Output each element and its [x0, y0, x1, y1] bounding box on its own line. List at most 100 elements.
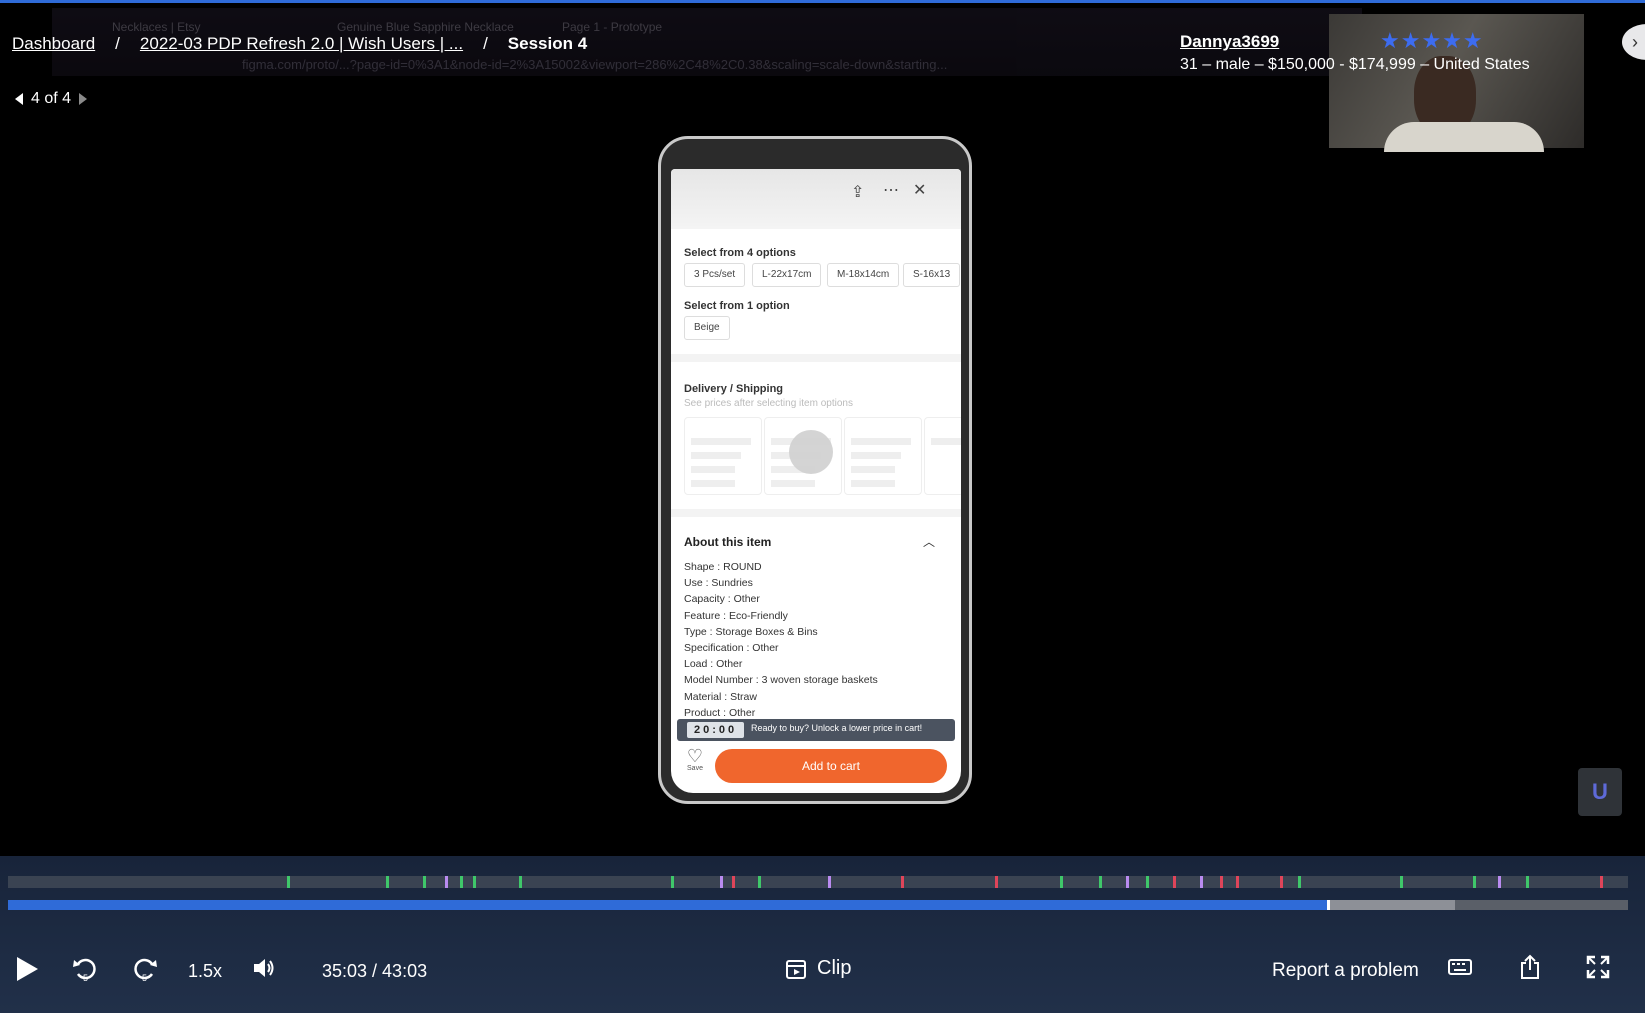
spec-item: Shape : ROUND — [684, 561, 762, 573]
pager-label: 4 of 4 — [31, 90, 72, 107]
breadcrumb-dashboard-link[interactable]: Dashboard — [12, 34, 95, 53]
about-title: About this item — [684, 535, 772, 549]
event-marker[interactable] — [1126, 876, 1129, 888]
breadcrumb-separator: / — [115, 34, 120, 53]
event-marker[interactable] — [1146, 876, 1149, 888]
add-to-cart-button[interactable]: Add to cart — [715, 749, 947, 783]
event-marker[interactable] — [287, 876, 290, 888]
svg-text:5: 5 — [83, 973, 88, 982]
option-chip[interactable]: 3 Pcs/set — [684, 263, 746, 287]
event-marker[interactable] — [1173, 876, 1176, 888]
spec-item: Material : Straw — [684, 690, 757, 703]
playback-speed-button[interactable]: 1.5x — [188, 961, 222, 982]
prev-session-icon[interactable] — [15, 93, 23, 105]
heart-icon: ♡ — [686, 746, 704, 766]
spec-item: Use : Sundries — [684, 577, 753, 590]
save-label: Save — [687, 765, 703, 772]
event-marker[interactable] — [1298, 876, 1301, 888]
event-marker[interactable] — [1236, 876, 1239, 888]
event-marker[interactable] — [901, 876, 904, 888]
player-controls: 5 5 1.5x 35:03 / 43:03 Clip Report a pro… — [0, 856, 1645, 1013]
option-group-title: Select from 1 option — [684, 300, 790, 312]
breadcrumb-study-link[interactable]: 2022-03 PDP Refresh 2.0 | Wish Users | .… — [140, 34, 463, 53]
event-marker[interactable] — [732, 876, 735, 888]
event-marker[interactable] — [720, 876, 723, 888]
event-marker[interactable] — [1498, 876, 1501, 888]
event-marker[interactable] — [758, 876, 761, 888]
event-markers-track[interactable] — [8, 876, 1628, 888]
event-marker[interactable] — [671, 876, 674, 888]
breadcrumb-session: Session 4 — [507, 34, 588, 53]
event-marker[interactable] — [1200, 876, 1203, 888]
shipping-title: Delivery / Shipping — [684, 383, 784, 395]
share-icon[interactable]: ⇪ — [851, 182, 864, 202]
rating-stars-icon: ★★★★★ — [1380, 28, 1484, 53]
share-icon[interactable] — [1519, 954, 1541, 980]
webcam-shirt — [1384, 122, 1544, 152]
spec-item: Type : Storage Boxes & Bins — [684, 625, 818, 638]
more-icon[interactable]: ⋯ — [883, 180, 899, 200]
event-marker[interactable] — [1099, 876, 1102, 888]
option-chip[interactable]: Beige — [684, 316, 730, 340]
usertesting-logo-icon[interactable]: U — [1578, 768, 1622, 816]
breadcrumb: Dashboard / 2022-03 PDP Refresh 2.0 | Wish… — [12, 34, 587, 54]
volume-icon[interactable] — [252, 956, 276, 980]
clip-icon — [786, 959, 806, 979]
shipping-card[interactable] — [924, 417, 961, 495]
event-marker[interactable] — [460, 876, 463, 888]
section-divider — [671, 509, 961, 517]
clip-label: Clip — [817, 957, 852, 979]
event-marker[interactable] — [995, 876, 998, 888]
shipping-subtitle: See prices after selecting item options — [684, 398, 853, 409]
close-icon[interactable]: ✕ — [913, 180, 926, 200]
clip-button[interactable]: Clip — [785, 957, 851, 980]
event-marker[interactable] — [1526, 876, 1529, 888]
spec-item: Feature : Eco-Friendly — [684, 609, 788, 622]
fullscreen-icon[interactable] — [1586, 955, 1610, 979]
event-marker[interactable] — [1600, 876, 1603, 888]
chevron-up-icon[interactable]: ︿ — [923, 533, 935, 550]
spec-item: Model Number : 3 woven storage baskets — [684, 674, 878, 687]
shipping-card[interactable] — [684, 417, 762, 495]
event-marker[interactable] — [386, 876, 389, 888]
spec-item: Specification : Other — [684, 642, 779, 655]
save-button[interactable]: ♡ Save — [684, 747, 706, 772]
keyboard-icon[interactable] — [1448, 958, 1472, 976]
spec-item: Load : Other — [684, 658, 743, 671]
report-problem-link[interactable]: Report a problem — [1272, 960, 1419, 982]
close-panel-button[interactable]: › — [1622, 24, 1645, 60]
section-divider — [671, 354, 961, 362]
top-accent-line — [0, 0, 1645, 3]
touch-indicator — [789, 430, 833, 474]
shipping-card[interactable] — [844, 417, 922, 495]
event-marker[interactable] — [1280, 876, 1283, 888]
play-icon[interactable] — [14, 955, 40, 983]
option-chip[interactable]: M-18x14cm — [827, 263, 900, 287]
option-group-title: Select from 4 options — [684, 247, 796, 259]
session-pager: 4 of 4 — [15, 90, 88, 108]
seek-handle[interactable] — [1326, 900, 1330, 910]
next-session-icon[interactable] — [79, 93, 88, 105]
promo-banner: 20:00 Ready to buy? Unlock a lower price… — [677, 719, 955, 741]
event-marker[interactable] — [519, 876, 522, 888]
event-marker[interactable] — [1473, 876, 1476, 888]
event-marker[interactable] — [1220, 876, 1223, 888]
event-marker[interactable] — [1400, 876, 1403, 888]
phone-screen: ⇪ ⋯ ✕ Select from 4 options 3 Pcs/set L-… — [671, 169, 961, 793]
event-marker[interactable] — [1060, 876, 1063, 888]
event-marker[interactable] — [473, 876, 476, 888]
event-marker[interactable] — [828, 876, 831, 888]
svg-text:5: 5 — [142, 973, 147, 982]
promo-text: Ready to buy? Unlock a lower price in ca… — [751, 723, 923, 733]
rewind-5-icon[interactable]: 5 — [72, 954, 98, 982]
option-chip[interactable]: S-16x13 — [903, 263, 961, 287]
option-chip[interactable]: L-22x17cm — [752, 263, 822, 287]
spec-item: Capacity : Other — [684, 593, 760, 606]
participant-demographics: 31 – male – $150,000 - $174,999 – United… — [1180, 56, 1530, 73]
event-marker[interactable] — [423, 876, 426, 888]
event-marker[interactable] — [445, 876, 448, 888]
playback-time: 35:03 / 43:03 — [322, 961, 428, 981]
seek-bar[interactable] — [8, 900, 1628, 910]
forward-5-icon[interactable]: 5 — [132, 954, 158, 982]
played-range — [8, 900, 1327, 910]
